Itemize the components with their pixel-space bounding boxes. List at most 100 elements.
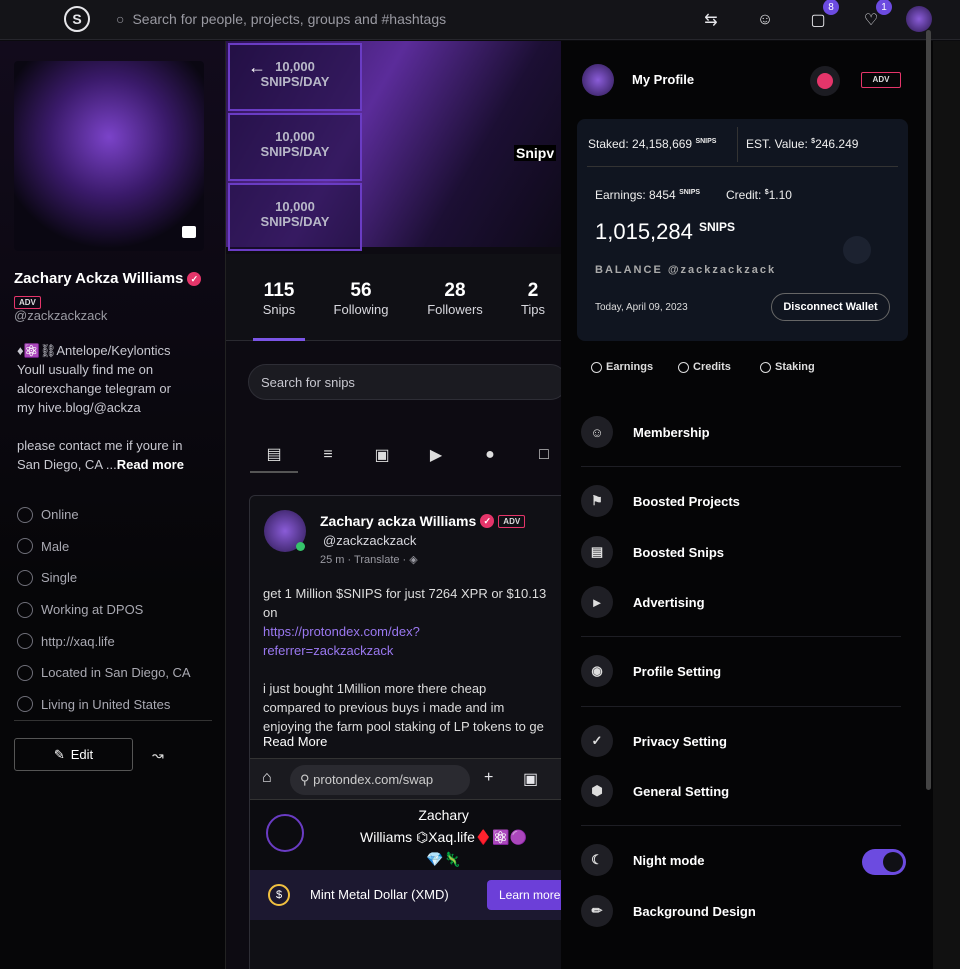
app-logo[interactable]: S	[64, 6, 90, 32]
post-text: get 1 Million $SNIPS for just 7264 XPR o…	[263, 586, 547, 734]
disconnect-wallet-button[interactable]: Disconnect Wallet	[771, 293, 890, 321]
profile-bio: ♦⚛️⛓Antelope/Keylontics Youll usually fi…	[17, 341, 212, 474]
top-bar: S ○ Search for people, projects, groups …	[0, 0, 960, 40]
night-mode-toggle[interactable]	[862, 849, 906, 875]
profile-facts: Online Male Single Working at DPOS http:…	[17, 499, 191, 720]
stat-followers[interactable]: 28 Followers	[420, 280, 490, 317]
credits-tab[interactable]: Credits	[678, 361, 731, 373]
pencil-icon: ✎	[53, 746, 65, 762]
menu-separator	[581, 706, 901, 707]
search-snips-input[interactable]: Search for snips	[248, 364, 561, 400]
tabs-icon[interactable]: ▣	[523, 769, 538, 789]
stat-tips[interactable]: 2 Tips	[513, 280, 553, 317]
menu-separator	[581, 636, 901, 637]
cover-label: Snipv	[514, 145, 557, 161]
back-arrow-icon[interactable]: ←	[248, 57, 266, 78]
menu-advertising[interactable]: ► Advertising	[581, 586, 901, 618]
link-icon	[17, 633, 33, 650]
cover-cell: 10,000 SNIPS/DAY	[228, 113, 362, 181]
verified-icon: ✓	[187, 271, 202, 286]
fact-work: Working at DPOS	[17, 594, 191, 626]
pin-icon	[17, 664, 33, 681]
active-stat-indicator	[253, 338, 305, 341]
embedded-profile: Zachary Williams ⌬Xaq.life♦️⚛️🟣 💎🦎	[250, 800, 561, 870]
friends-icon[interactable]: ☺	[752, 7, 778, 33]
embedded-name: Zachary Williams ⌬Xaq.life♦️⚛️🟣 💎🦎	[360, 807, 528, 867]
dollar-icon: $	[268, 884, 290, 906]
profile-handle: @zackzackzack	[14, 308, 108, 323]
audio-tab-icon[interactable]: ●	[466, 437, 514, 473]
earnings-value: Earnings: 8454 SNIPS	[595, 188, 701, 202]
flag-icon: ⚑	[581, 485, 613, 517]
panel-scrollbar[interactable]	[926, 30, 931, 790]
edit-profile-button[interactable]: ✎ Edit	[14, 738, 133, 771]
est-value: EST. Value: $246.249	[746, 137, 859, 151]
post-read-more[interactable]: Read More	[263, 734, 327, 749]
online-indicator	[296, 542, 305, 551]
profile-main: 10,000 SNIPS/DAY 10,000 SNIPS/DAY 10,000…	[226, 41, 561, 969]
gear-icon: ⬢	[581, 775, 613, 807]
right-rail	[933, 41, 960, 969]
menu-separator	[581, 825, 901, 826]
eye-icon	[17, 506, 33, 523]
fact-gender: Male	[17, 531, 191, 563]
balance-label: BALANCE @zackzackzack	[595, 264, 777, 276]
activity-icon[interactable]: ↝	[152, 747, 164, 764]
learn-more-button[interactable]: Learn more	[487, 880, 561, 910]
verified-icon	[810, 66, 840, 96]
stat-snips[interactable]: 115 Snips	[253, 280, 305, 317]
plus-icon[interactable]: +	[484, 769, 493, 787]
read-more-link[interactable]: Read more	[117, 457, 184, 472]
shield-icon: ✓	[581, 725, 613, 757]
profile-name-text: Zachary Ackza Williams	[14, 270, 184, 287]
file-tab-icon[interactable]: □	[520, 437, 561, 473]
my-profile-link[interactable]: My Profile	[632, 72, 694, 87]
bio-text: ♦⚛️⛓Antelope/Keylontics Youll usually fi…	[17, 343, 183, 472]
post-link[interactable]: https://protondex.com/dex? referrer=zack…	[263, 624, 420, 658]
user-avatar[interactable]	[906, 6, 932, 32]
global-search-placeholder: Search for people, projects, groups and …	[132, 11, 447, 27]
menu-profile-setting[interactable]: ◉ Profile Setting	[581, 655, 901, 687]
profile-setting-icon: ◉	[581, 655, 613, 687]
mint-text: Mint Metal Dollar (XMD)	[310, 887, 449, 902]
posts-tab-icon[interactable]: ▤	[250, 437, 298, 473]
wallet-separator	[737, 127, 738, 162]
document-icon: ▤	[581, 536, 613, 568]
video-tab-icon[interactable]: ▶	[412, 437, 460, 473]
panel-avatar[interactable]	[582, 64, 614, 96]
menu-boosted-snips[interactable]: ▤ Boosted Snips	[581, 536, 901, 568]
adv-badge: ADV	[861, 72, 901, 88]
staking-tab[interactable]: Staking	[760, 361, 815, 373]
global-search[interactable]: ○ Search for people, projects, groups an…	[116, 8, 446, 30]
menu-privacy-setting[interactable]: ✓ Privacy Setting	[581, 725, 901, 757]
menu-separator	[581, 466, 901, 467]
menu-night-mode[interactable]: ☾ Night mode	[581, 844, 901, 876]
menu-background-design[interactable]: ✏ Background Design	[581, 895, 901, 927]
earnings-tab[interactable]: Earnings	[591, 361, 653, 373]
menu-boosted-projects[interactable]: ⚑ Boosted Projects	[581, 485, 901, 517]
messages-icon[interactable]: ▢ 8	[805, 0, 839, 33]
fact-country: Living in United States	[17, 689, 191, 721]
profile-name: Zachary Ackza Williams ✓	[14, 270, 202, 287]
camera-icon[interactable]	[182, 226, 196, 238]
credit-value: Credit: $1.10	[726, 188, 792, 202]
translate-link[interactable]: Translate	[354, 554, 399, 566]
photo-tab-icon[interactable]: ▣	[358, 437, 406, 473]
home-icon[interactable]: ⌂	[262, 769, 272, 787]
notifications-icon[interactable]: ♡ 1	[858, 0, 892, 33]
wallet-date: Today, April 09, 2023	[595, 302, 688, 313]
menu-general-setting[interactable]: ⬢ General Setting	[581, 775, 901, 807]
post-meta: 25 m · Translate · ◈	[320, 554, 418, 566]
stat-following[interactable]: 56 Following	[326, 280, 396, 317]
atom-icon	[266, 814, 304, 852]
cover-image: 10,000 SNIPS/DAY 10,000 SNIPS/DAY 10,000…	[226, 41, 561, 251]
profile-stats: 115 Snips 56 Following 28 Followers 2 Tips	[226, 254, 561, 341]
wallet-card: Staked: 24,158,669 SNIPS EST. Value: $24…	[577, 119, 908, 341]
post-author[interactable]: Zachary ackza Williams ✓ ADV	[320, 513, 526, 529]
globe-icon: ◈	[409, 554, 418, 566]
post-time: 25 m	[320, 554, 345, 566]
menu-membership[interactable]: ☺ Membership	[581, 416, 901, 448]
fact-website[interactable]: http://xaq.life	[17, 625, 191, 657]
swap-icon[interactable]: ⇆	[698, 7, 724, 33]
text-tab-icon[interactable]: ≡	[304, 437, 352, 473]
